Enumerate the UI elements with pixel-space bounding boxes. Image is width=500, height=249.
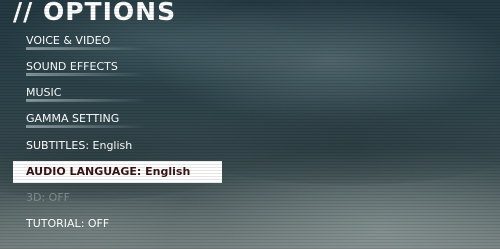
menu-item-music[interactable]: MUSIC [26,83,216,103]
menu-item-audio-language[interactable]: AUDIO LANGUAGE: English [13,161,222,183]
menu-item-sound-effects[interactable]: SOUND EFFECTS [26,57,216,77]
menu-item-label: VOICE & VIDEO [26,34,111,47]
menu-item-tutorial[interactable]: TUTORIAL: OFF [26,214,216,234]
options-menu: VOICE & VIDEO SOUND EFFECTS MUSIC GAMMA … [0,0,500,249]
menu-item-label: 3D: OFF [26,191,70,204]
menu-item-label: MUSIC [26,86,62,99]
menu-item-label: SOUND EFFECTS [26,60,118,73]
menu-item-underline [26,73,146,76]
menu-item-voice-video[interactable]: VOICE & VIDEO [26,31,216,51]
menu-item-underline [26,125,146,128]
options-screen: // OPTIONS VOICE & VIDEO SOUND EFFECTS M… [0,0,500,249]
menu-item-gamma-setting[interactable]: GAMMA SETTING [26,109,216,129]
menu-item-subtitles[interactable]: SUBTITLES: English [26,136,216,156]
menu-item-underline [26,99,146,102]
menu-item-3d[interactable]: 3D: OFF [26,188,216,208]
menu-item-underline [26,47,146,50]
menu-item-label: GAMMA SETTING [26,112,120,125]
menu-item-label: AUDIO LANGUAGE: English [26,165,191,178]
menu-item-label: SUBTITLES: English [26,139,133,152]
menu-item-label: TUTORIAL: OFF [26,217,110,230]
